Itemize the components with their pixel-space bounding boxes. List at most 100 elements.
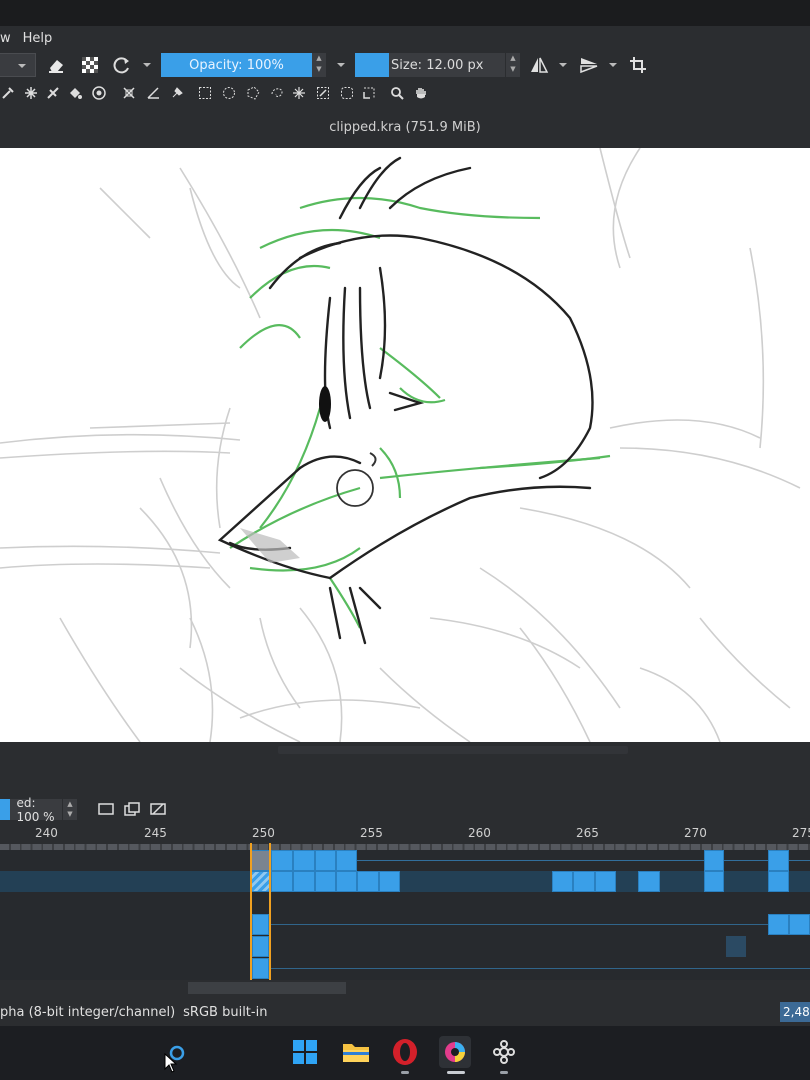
transform-icon[interactable]: [120, 84, 138, 102]
app-gear-icon[interactable]: [488, 1036, 520, 1068]
file-explorer-icon[interactable]: [340, 1036, 372, 1068]
keyframe[interactable]: [271, 871, 293, 892]
drop-frames-icon[interactable]: [148, 800, 168, 818]
keyframe[interactable]: [271, 850, 293, 871]
scrollbar-thumb[interactable]: [188, 982, 346, 994]
zoom-icon[interactable]: [388, 84, 406, 102]
active-indicator: [447, 1071, 465, 1074]
chevron-down-icon[interactable]: [606, 58, 620, 72]
freehand-select-icon[interactable]: [268, 84, 286, 102]
keyframe[interactable]: [595, 871, 616, 892]
similar-select-icon[interactable]: [314, 84, 332, 102]
menu-view[interactable]: w: [0, 31, 17, 46]
krita-icon[interactable]: [439, 1036, 471, 1068]
ruler-label: 255: [360, 826, 383, 840]
chevron-down-icon[interactable]: [334, 58, 348, 72]
chevron-down-icon: [18, 64, 26, 68]
keyframe[interactable]: [573, 871, 595, 892]
ruler-label: 275: [792, 826, 810, 840]
keyframe[interactable]: [768, 850, 789, 871]
ruler-label: 245: [144, 826, 167, 840]
onion-skin-icon[interactable]: [96, 800, 116, 818]
keyframe-empty[interactable]: [726, 936, 746, 957]
size-spinner[interactable]: ▲ ▼: [506, 53, 520, 77]
keyframe[interactable]: [315, 871, 336, 892]
layers-stack-icon[interactable]: [122, 800, 142, 818]
size-slider-fill[interactable]: [355, 53, 389, 77]
keyframe[interactable]: [336, 871, 357, 892]
size-slider[interactable]: Size: 12.00 px: [389, 53, 505, 77]
polygon-select-icon[interactable]: [244, 84, 262, 102]
keyframe[interactable]: [315, 850, 336, 871]
assistant-tool-icon[interactable]: [168, 84, 186, 102]
document-title[interactable]: clipped.kra (751.9 MiB): [0, 106, 810, 148]
ruler-label: 250: [252, 826, 275, 840]
timeline-frames[interactable]: [0, 850, 810, 980]
windows-start-icon[interactable]: [289, 1036, 321, 1068]
gradient-icon[interactable]: [90, 84, 108, 102]
reload-preset-icon[interactable]: [110, 54, 134, 76]
fill-tool-icon[interactable]: [44, 84, 62, 102]
keyframe[interactable]: [704, 850, 724, 871]
opera-icon[interactable]: [389, 1036, 421, 1068]
chevron-down-icon[interactable]: [140, 58, 154, 72]
keyframe[interactable]: [789, 914, 810, 935]
timeline-scrollbar[interactable]: [0, 980, 810, 998]
paint-bucket-icon[interactable]: [66, 84, 84, 102]
measure-icon[interactable]: [144, 84, 162, 102]
speed-spinner[interactable]: ▲ ▼: [63, 799, 77, 820]
menubar: w Help: [0, 26, 810, 50]
eyedropper-icon[interactable]: [0, 84, 16, 102]
keyframe[interactable]: [293, 871, 315, 892]
crop-icon[interactable]: [626, 54, 650, 76]
keyframe[interactable]: [768, 914, 789, 935]
timeline-row[interactable]: [0, 892, 810, 913]
memory-indicator: 2,480: [780, 1002, 810, 1022]
contiguous-select-icon[interactable]: [290, 84, 308, 102]
ruler-label: 270: [684, 826, 707, 840]
panel-splitter[interactable]: [0, 742, 810, 798]
timeline-row[interactable]: [0, 958, 810, 979]
smart-patch-icon[interactable]: [22, 84, 40, 102]
blend-mode-dropdown[interactable]: [0, 53, 36, 77]
preserve-alpha-icon[interactable]: [78, 54, 102, 76]
ruler-label: 260: [468, 826, 491, 840]
keyframe[interactable]: [357, 871, 379, 892]
drawing-canvas[interactable]: [0, 148, 810, 742]
rect-select-icon[interactable]: [196, 84, 214, 102]
keyframe[interactable]: [379, 871, 400, 892]
keyframe[interactable]: [552, 871, 573, 892]
pan-hand-icon[interactable]: [412, 84, 430, 102]
playback-speed-field[interactable]: ed: 100 %: [0, 796, 62, 824]
ruler-label: 265: [576, 826, 599, 840]
opacity-spinner[interactable]: ▲ ▼: [312, 53, 326, 77]
current-frame-cursor[interactable]: [250, 843, 271, 980]
profile-label: sRGB built-in: [183, 1004, 268, 1020]
keyframe[interactable]: [638, 871, 660, 892]
splitter-grip[interactable]: [278, 746, 628, 754]
keyframe[interactable]: [768, 871, 789, 892]
keyframe[interactable]: [293, 850, 315, 871]
mirror-horizontal-icon[interactable]: [527, 54, 551, 76]
running-indicator: [401, 1071, 409, 1074]
keyframe[interactable]: [336, 850, 357, 871]
timeline-ruler[interactable]: 240 245 250 255 260 265 270 275: [0, 822, 810, 844]
mirror-vertical-icon[interactable]: [577, 54, 601, 76]
timeline-row[interactable]: [0, 936, 810, 957]
chevron-down-icon[interactable]: [556, 58, 570, 72]
timeline-row[interactable]: [0, 850, 810, 871]
eraser-icon[interactable]: [44, 54, 68, 76]
ellipse-select-icon[interactable]: [220, 84, 238, 102]
menu-help[interactable]: Help: [17, 31, 59, 46]
timeline-row-active[interactable]: [0, 871, 810, 892]
magnetic-select-icon[interactable]: [360, 84, 378, 102]
running-indicator: [500, 1071, 508, 1074]
ruler-label: 240: [35, 826, 58, 840]
mouse-cursor-icon: [164, 1052, 178, 1073]
sketch-artwork: [0, 148, 801, 742]
timeline-row[interactable]: [0, 914, 810, 935]
bezier-select-icon[interactable]: [338, 84, 356, 102]
keyframe[interactable]: [704, 871, 724, 892]
colorspace-label[interactable]: pha (8-bit integer/channel): [0, 1005, 175, 1020]
opacity-slider[interactable]: Opacity: 100%: [161, 53, 312, 77]
